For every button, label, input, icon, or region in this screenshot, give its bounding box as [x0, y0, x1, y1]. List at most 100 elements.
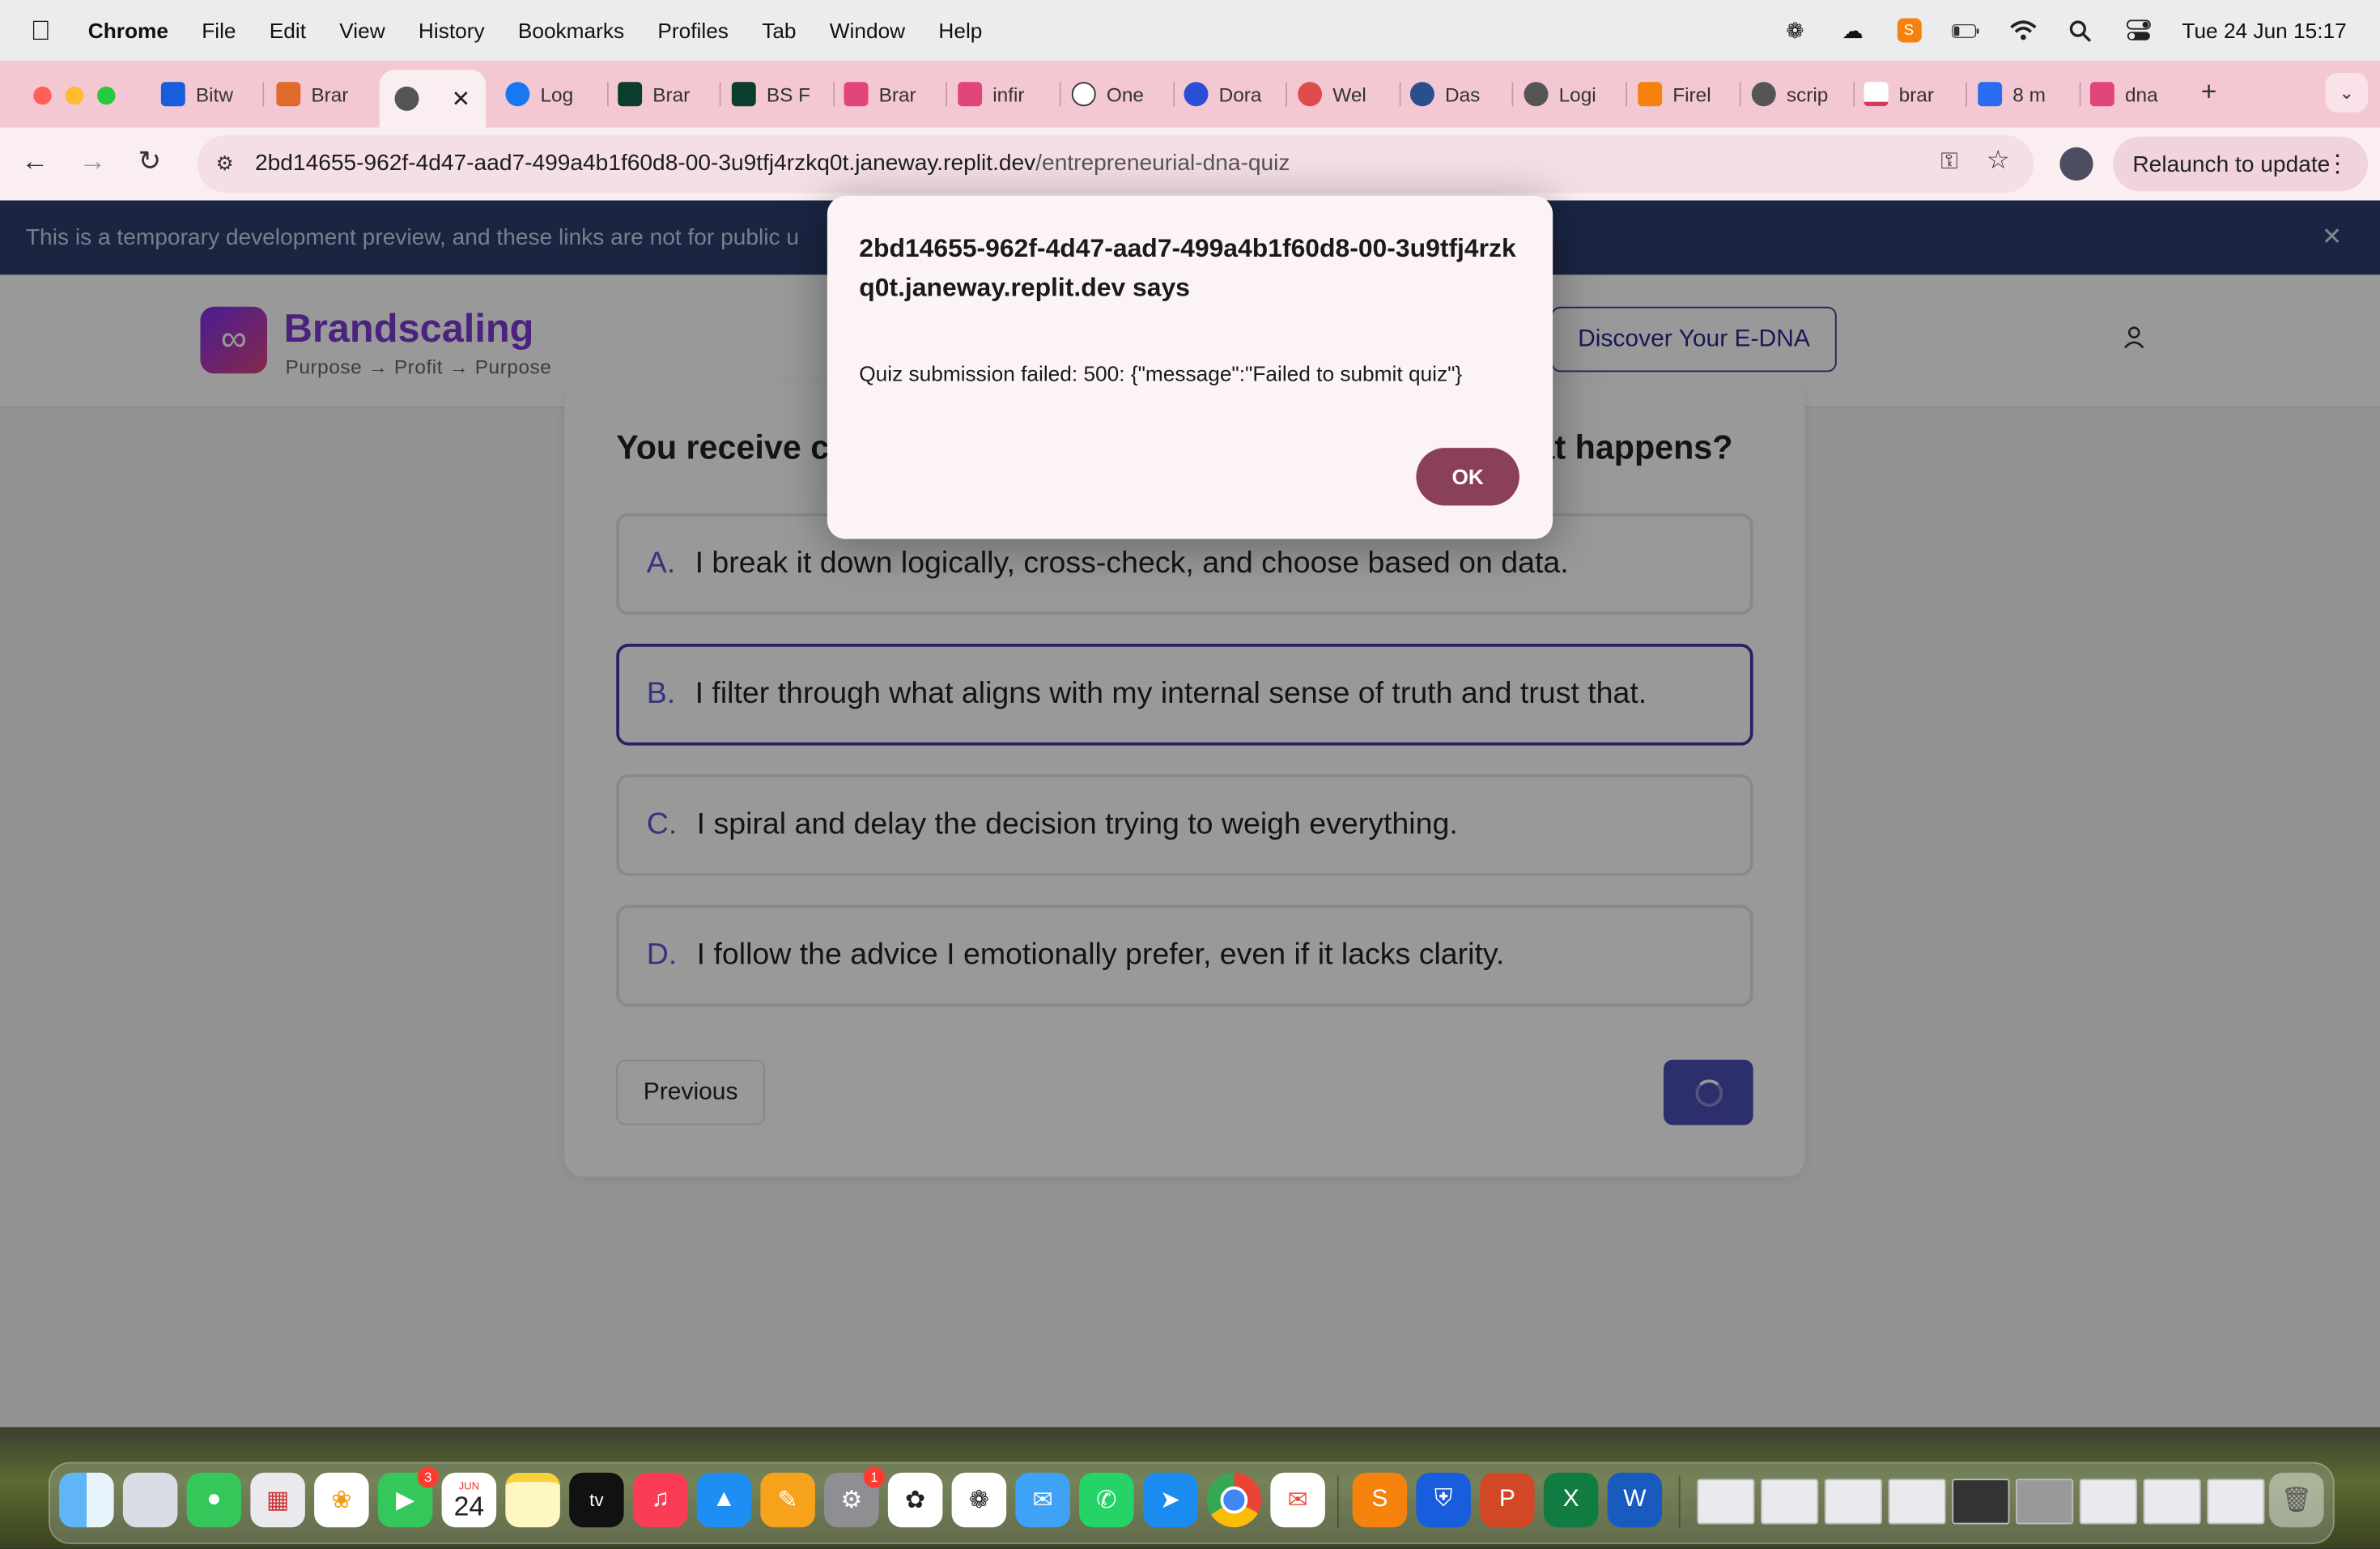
tab-label: Brar [311, 83, 349, 106]
tab-dora[interactable]: Dora [1184, 73, 1287, 116]
minimized-window-thumbnail[interactable] [1952, 1479, 2010, 1525]
mac-menubar:  Chrome File Edit View History Bookmark… [0, 0, 2380, 61]
pages-icon[interactable]: ✎ [760, 1472, 815, 1528]
airmail-icon[interactable]: ✉ [1270, 1472, 1325, 1528]
minimized-window-thumbnail[interactable] [1824, 1479, 1882, 1525]
tab-8m[interactable]: 8 m [1978, 73, 2081, 116]
tab-label: Dora [1218, 83, 1262, 106]
tab-label: brar [1898, 83, 1934, 106]
new-tab-plus-icon[interactable]: + [2201, 76, 2217, 108]
sublime-icon[interactable]: S [1352, 1472, 1408, 1528]
tab-script[interactable]: scrip [1751, 73, 1855, 116]
chrome-icon[interactable] [1206, 1472, 1262, 1528]
menu-profiles[interactable]: Profiles [657, 19, 729, 43]
notes-icon[interactable] [505, 1472, 560, 1528]
whatsapp-icon[interactable]: ✆ [1079, 1472, 1134, 1528]
tab-brandscaling-3[interactable]: Brar [844, 73, 947, 116]
preview-icon[interactable] [122, 1472, 178, 1528]
minimized-window-thumbnail[interactable] [2016, 1479, 2074, 1525]
minimize-window-button[interactable] [65, 86, 84, 105]
keynote-icon[interactable]: ▲ [696, 1472, 752, 1528]
battery-icon[interactable] [1951, 19, 1978, 40]
minimized-window-thumbnail[interactable] [2079, 1479, 2137, 1525]
excel-icon[interactable]: X [1543, 1472, 1599, 1528]
facetime-icon[interactable]: ▶ 3 [377, 1466, 439, 1528]
tab-search-chevron-icon[interactable]: ⌄ [2325, 73, 2368, 113]
control-center-icon[interactable] [2124, 19, 2152, 40]
apple-tv-icon[interactable]: tv [569, 1472, 624, 1528]
sublime-status-icon[interactable]: S [1896, 18, 1921, 43]
menu-history[interactable]: History [419, 19, 485, 43]
tab-brandscaling-2[interactable]: Brar [618, 73, 721, 116]
tab-dashboard[interactable]: Das [1409, 73, 1514, 116]
close-window-button[interactable] [33, 86, 52, 105]
tab-active-replit[interactable]: ✕ [379, 70, 486, 128]
zoom-window-button[interactable] [97, 86, 116, 105]
ok-button[interactable]: OK [1416, 448, 1519, 506]
menu-tab[interactable]: Tab [762, 19, 796, 43]
tab-brandscaling-1[interactable]: Brar [276, 73, 380, 116]
music-icon[interactable]: ♫ [632, 1472, 688, 1528]
tab-firebase[interactable]: Firel [1638, 73, 1741, 116]
word-icon[interactable]: W [1607, 1472, 1663, 1528]
menu-edit[interactable]: Edit [270, 19, 306, 43]
system-settings-icon[interactable]: ⚙ 1 [824, 1466, 886, 1528]
wifi-icon[interactable] [2009, 19, 2037, 40]
brand-favicon-icon [958, 82, 983, 107]
menu-view[interactable]: View [339, 19, 385, 43]
tab-bitwarden[interactable]: Bitw [160, 73, 265, 116]
bitwarden-icon[interactable]: ⛨ [1416, 1472, 1471, 1528]
site-info-icon[interactable]: ⚙ [210, 149, 240, 180]
tab-dna[interactable]: dna [2089, 73, 2194, 116]
apple-icon[interactable]:  [31, 15, 64, 46]
back-arrow-icon[interactable]: ← [21, 146, 49, 177]
menu-window[interactable]: Window [830, 19, 905, 43]
reload-icon[interactable]: ↻ [138, 146, 161, 177]
more-menu-icon[interactable]: ⋮ [2326, 149, 2350, 180]
tab-infinite[interactable]: infir [958, 73, 1061, 116]
address-bar[interactable]: ⚙ 2bd14655-962f-4d47-aad7-499a4b1f60d8-0… [197, 134, 2034, 194]
tab-one[interactable]: One [1071, 73, 1175, 116]
tab-label: infir [992, 83, 1025, 106]
url-text[interactable]: 2bd14655-962f-4d47-aad7-499a4b1f60d8-00-… [255, 151, 1290, 177]
menu-file[interactable]: File [202, 19, 236, 43]
menubar-clock[interactable]: Tue 24 Jun 15:17 [2182, 19, 2346, 43]
forward-arrow-icon[interactable]: → [79, 146, 107, 177]
bookmark-star-icon[interactable]: ☆ [1987, 146, 2010, 177]
tab-bs[interactable]: BS F [731, 73, 835, 116]
tab-brand-lower[interactable]: brar [1864, 73, 1967, 116]
menu-help[interactable]: Help [938, 19, 982, 43]
launchpad-icon[interactable]: ▦ [250, 1472, 305, 1528]
dialog-message: Quiz submission failed: 500: {"message":… [859, 361, 1463, 386]
minimized-window-thumbnail[interactable] [1761, 1479, 1819, 1525]
safari-icon[interactable]: ➤ [1142, 1472, 1198, 1528]
chatgpt-status-icon[interactable]: ❁ [1781, 18, 1808, 42]
password-key-icon[interactable]: ⚿ [1940, 149, 1957, 175]
firebase-favicon-icon [1638, 82, 1663, 107]
tab-web[interactable]: Wel [1298, 73, 1401, 116]
photos-icon[interactable]: ❀ [314, 1472, 369, 1528]
finder-icon[interactable] [59, 1472, 114, 1528]
chatgpt-alt-icon[interactable]: ✿ [887, 1472, 943, 1528]
menu-bookmarks[interactable]: Bookmarks [518, 19, 624, 43]
calendar-icon[interactable]: JUN 24 [441, 1472, 497, 1528]
trash-icon[interactable]: 🗑 [2269, 1472, 2324, 1528]
relaunch-button[interactable]: Relaunch to update ⋮ [2113, 136, 2368, 192]
messages-icon[interactable]: ● [186, 1472, 242, 1528]
menu-app-name[interactable]: Chrome [88, 19, 168, 43]
powerpoint-icon[interactable]: P [1480, 1472, 1535, 1528]
mail-icon[interactable]: ✉ [1015, 1472, 1070, 1528]
chatgpt-icon[interactable]: ❁ [951, 1472, 1007, 1528]
activity-favicon-icon [1071, 82, 1096, 107]
tab-facebook-login[interactable]: Log [505, 73, 609, 116]
minimized-window-thumbnail[interactable] [2143, 1479, 2201, 1525]
tab-label: BS F [766, 83, 811, 106]
minimized-window-thumbnail[interactable] [1888, 1479, 1946, 1525]
minimized-window-thumbnail[interactable] [2207, 1479, 2265, 1525]
cloud-status-icon[interactable]: ☁ [1839, 18, 1867, 42]
tab-login[interactable]: Logi [1524, 73, 1627, 116]
spotlight-icon[interactable] [2067, 19, 2094, 41]
minimized-window-thumbnail[interactable] [1697, 1479, 1755, 1525]
profile-avatar[interactable] [2059, 147, 2093, 181]
close-tab-icon[interactable]: ✕ [452, 85, 471, 113]
